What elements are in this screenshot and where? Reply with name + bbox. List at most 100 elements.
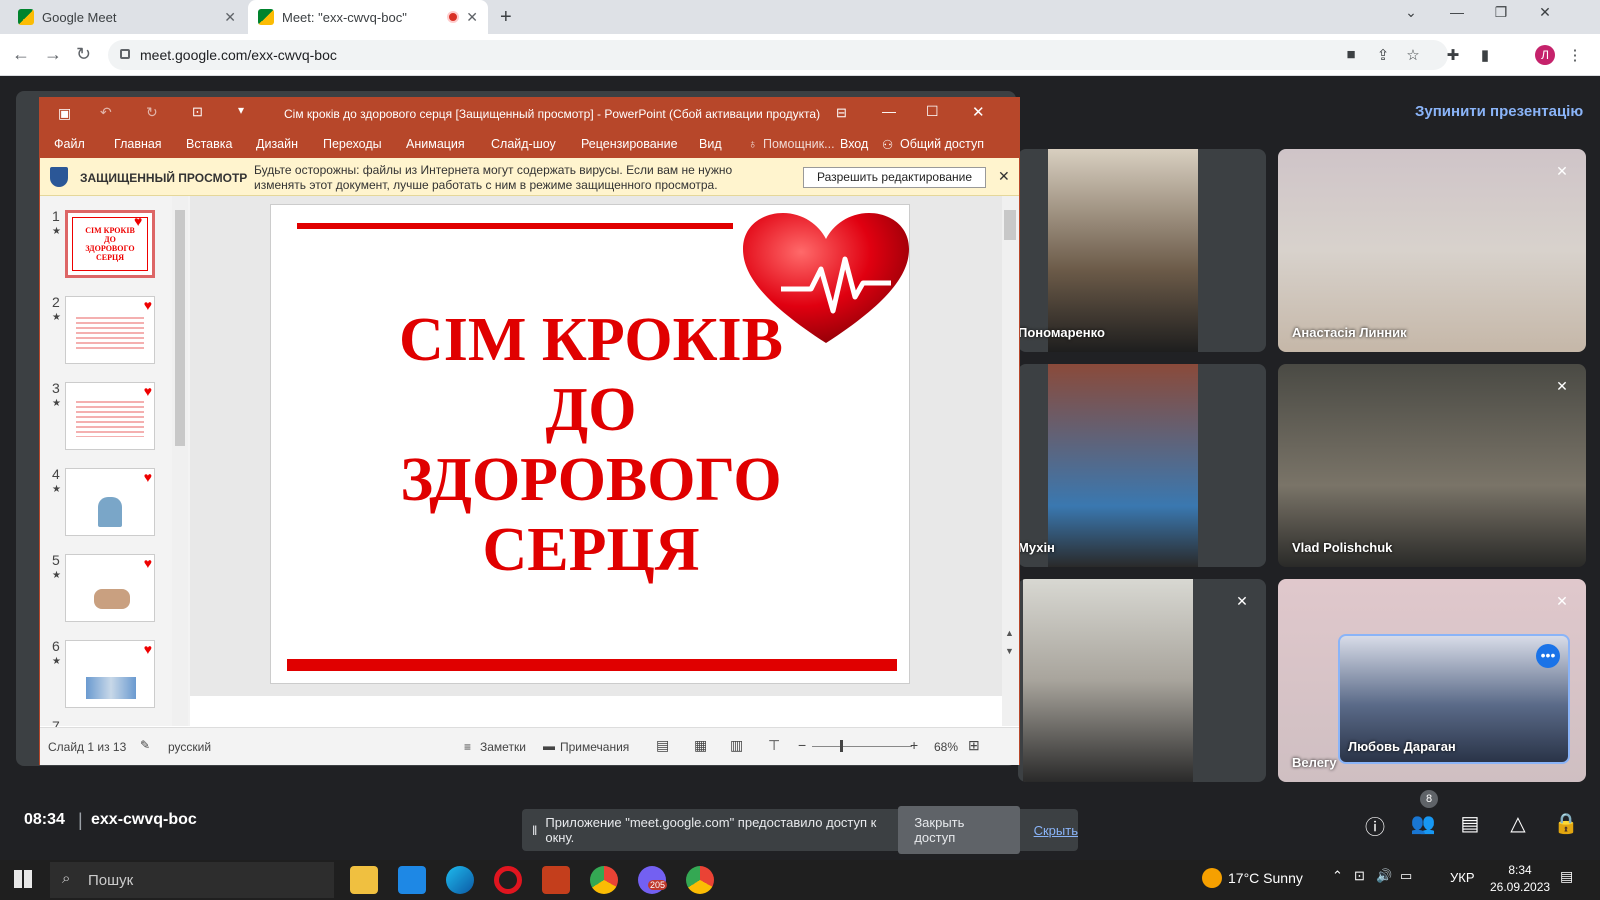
taskbar-search[interactable]: Пошук [50,862,334,898]
sidepanel-icon[interactable]: ▮ [1476,46,1494,64]
url-field[interactable]: meet.google.com/exx-cwvq-boc [108,40,1448,70]
minimize-icon[interactable]: — [1442,4,1472,20]
people-icon[interactable]: 👥 [1410,811,1436,837]
menu-view[interactable]: Вид [699,137,722,151]
zoom-slider-handle[interactable] [840,740,843,752]
participant-tile[interactable]: ✕ [1018,579,1266,782]
slide-thumbnail-5[interactable]: ♥ [65,554,155,622]
redo-icon[interactable]: ↻ [146,104,158,121]
powerpoint-icon[interactable] [542,866,570,894]
slideshow-view-icon[interactable]: ⊤ [768,737,780,754]
notes-button[interactable]: Заметки [480,740,526,754]
back-icon[interactable]: ← [12,44,30,65]
menu-slideshow[interactable]: Слайд-шоу [491,137,556,151]
reload-icon[interactable]: ↻ [76,44,91,65]
close-tab-icon[interactable]: ✕ [224,9,236,26]
menu-transitions[interactable]: Переходы [323,137,382,151]
zoom-in-icon[interactable]: + [910,737,918,753]
extensions-icon[interactable]: ✚ [1444,46,1462,64]
lock-icon[interactable] [120,49,130,59]
slide-thumbnail-3[interactable]: ♥ [65,382,155,450]
share-button[interactable]: Общий доступ [900,137,984,151]
next-slide-icon[interactable]: ▼ [1005,646,1014,656]
save-icon[interactable]: ▣ [58,105,71,122]
login-link[interactable]: Вход [840,137,868,151]
slide-thumbnail-2[interactable]: ♥ [65,296,155,364]
chrome-profile-icon[interactable] [590,866,618,894]
self-view-tile[interactable]: ••• Любовь Дараган [1338,634,1570,764]
new-tab-icon[interactable]: + [500,6,512,29]
undo-icon[interactable]: ↶ [100,104,112,121]
comments-button[interactable]: Примечания [560,740,629,754]
slide-sorter-icon[interactable]: ▦ [694,737,707,754]
slide-thumbnail-1[interactable]: СІМ КРОКІВ ДО ЗДОРОВОГО СЕРЦЯ ♥ [65,210,155,278]
display-icon[interactable]: ▭ [1400,868,1412,884]
menu-file[interactable]: Файл [54,137,85,151]
reading-view-icon[interactable]: ▥ [730,737,743,754]
menu-insert[interactable]: Вставка [186,137,232,151]
bookmark-star-icon[interactable]: ☆ [1404,46,1422,64]
profile-avatar[interactable]: Л [1535,45,1555,65]
chrome-icon[interactable] [686,866,714,894]
menu-dots-icon[interactable]: ⋮ [1566,46,1584,64]
stop-presentation-button[interactable]: Зупинити презентацію [1415,103,1583,120]
camera-icon[interactable]: ■ [1342,46,1360,64]
opera-icon[interactable] [494,866,522,894]
menu-animation[interactable]: Анимация [406,137,465,151]
windows-start-icon[interactable] [14,870,32,888]
slideshow-start-icon[interactable]: ⊡ [192,104,203,120]
zoom-slider[interactable] [812,746,912,747]
zoom-level[interactable]: 68% [934,740,958,754]
close-bar-icon[interactable]: ✕ [998,168,1010,185]
more-options-icon[interactable]: ••• [1536,644,1560,668]
menu-home[interactable]: Главная [114,137,162,151]
enable-editing-button[interactable]: Разрешить редактирование [803,167,986,188]
network-icon[interactable]: ⊡ [1354,868,1365,884]
file-explorer-icon[interactable] [350,866,378,894]
browser-tab-meet-active[interactable]: Meet: "exx-cwvq-boc" ✕ [248,0,488,34]
slide-thumbnail-6[interactable]: ♥ [65,640,155,708]
fit-to-window-icon[interactable]: ⊞ [968,737,980,754]
scroll-thumb[interactable] [175,210,185,446]
qat-customize-icon[interactable]: ▾ [238,103,244,117]
tell-me-helper[interactable]: Помощник... [763,137,835,151]
normal-view-icon[interactable]: ▤ [656,737,669,754]
slide-scrollbar[interactable]: ▲ ▼ [1002,196,1019,726]
menu-review[interactable]: Рецензирование [581,137,678,151]
close-window-icon[interactable]: ✕ [1530,4,1560,21]
share-page-icon[interactable]: ⇪ [1374,46,1392,64]
tab-search-icon[interactable]: ⌄ [1396,4,1426,21]
participant-tile[interactable]: Пономаренко [1018,149,1266,352]
spellcheck-icon[interactable]: ✎ [140,738,150,752]
scroll-thumb[interactable] [1004,210,1016,240]
activities-icon[interactable]: △ [1505,811,1531,837]
forward-icon[interactable]: → [44,44,62,65]
stop-sharing-button[interactable]: Закрыть доступ [898,806,1020,854]
volume-icon[interactable]: 🔊 [1376,868,1392,884]
ppt-close-icon[interactable]: ✕ [972,103,985,121]
notifications-icon[interactable]: ▤ [1560,868,1573,885]
ppt-minimize-icon[interactable]: — [882,103,896,119]
language-label[interactable]: русский [168,740,211,754]
ppt-maximize-icon[interactable]: ☐ [926,103,939,120]
slide-thumbnail-4[interactable]: ♥ [65,468,155,536]
close-tab-icon[interactable]: ✕ [466,9,478,26]
host-controls-icon[interactable]: 🔒 [1553,811,1579,837]
browser-tab-google-meet[interactable]: Google Meet ✕ [8,0,246,34]
participant-tile[interactable]: ✕ Vlad Polishchuk [1278,364,1586,567]
hide-link[interactable]: Скрыть [1034,823,1078,838]
menu-design[interactable]: Дизайн [256,137,298,151]
ribbon-display-icon[interactable]: ⊟ [836,105,847,121]
prev-slide-icon[interactable]: ▲ [1005,628,1014,638]
restore-icon[interactable]: ❐ [1486,4,1516,21]
zoom-out-icon[interactable]: − [798,737,806,753]
meeting-details-icon[interactable]: ⓘ [1362,811,1388,839]
taskbar-clock[interactable]: 8:34 26.09.2023 [1490,862,1550,896]
input-language[interactable]: УКР [1450,870,1475,885]
participant-tile[interactable]: Мухін [1018,364,1266,567]
mail-icon[interactable] [398,866,426,894]
tray-chevron-icon[interactable]: ⌃ [1332,868,1343,884]
thumbnail-scrollbar[interactable] [172,196,188,726]
chat-icon[interactable]: ▤ [1457,811,1483,837]
participant-tile[interactable]: ✕ Анастасія Линник [1278,149,1586,352]
